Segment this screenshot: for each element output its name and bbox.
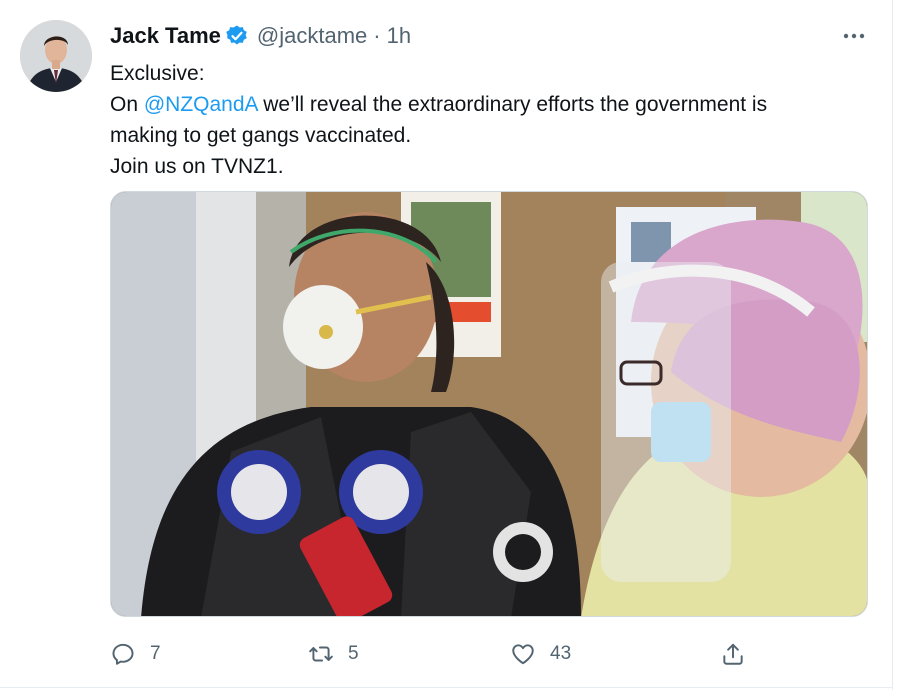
avatar[interactable]: [20, 20, 92, 92]
media-illustration: [111, 192, 867, 616]
reply-icon: [112, 643, 134, 665]
more-icon[interactable]: [838, 24, 870, 48]
like-icon: [512, 644, 534, 665]
frame-divider-right: [892, 0, 893, 690]
retweet-button[interactable]: 5: [308, 638, 359, 670]
like-count: 43: [550, 643, 572, 664]
tweet-header: Jack Tame @jacktame · 1h: [110, 22, 411, 50]
tweet-text-line-1: Exclusive:: [110, 62, 205, 85]
timestamp[interactable]: 1h: [387, 23, 411, 49]
like-button[interactable]: 43: [510, 638, 571, 670]
tweet-text-line-3: making to get gangs vaccinated.: [110, 124, 412, 147]
retweet-icon: [309, 646, 333, 662]
separator-dot: ·: [373, 23, 381, 48]
mention-link[interactable]: @NZQandA: [144, 93, 258, 116]
tweet-text-line-4: Join us on TVNZ1.: [110, 155, 284, 178]
share-button[interactable]: [720, 638, 746, 670]
tweet-text: Exclusive: On @NZQandA we’ll reveal the …: [110, 58, 870, 182]
frame-divider-bottom: [0, 687, 893, 688]
author-handle[interactable]: @jacktame: [257, 23, 367, 49]
share-icon: [723, 643, 743, 665]
tweet-text-prefix: On: [110, 93, 144, 116]
tweet-text-rest: we’ll reveal the extraordinary efforts t…: [257, 93, 768, 116]
reply-button[interactable]: 7: [110, 638, 161, 670]
tweet-text-line-2: On @NZQandA we’ll reveal the extraordina…: [110, 89, 870, 120]
retweet-count: 5: [348, 643, 359, 664]
author-name[interactable]: Jack Tame: [110, 23, 221, 49]
avatar-image: [20, 20, 92, 92]
tweet-media-image[interactable]: [110, 191, 868, 617]
reply-count: 7: [150, 643, 161, 664]
verified-badge-icon: [225, 24, 249, 48]
